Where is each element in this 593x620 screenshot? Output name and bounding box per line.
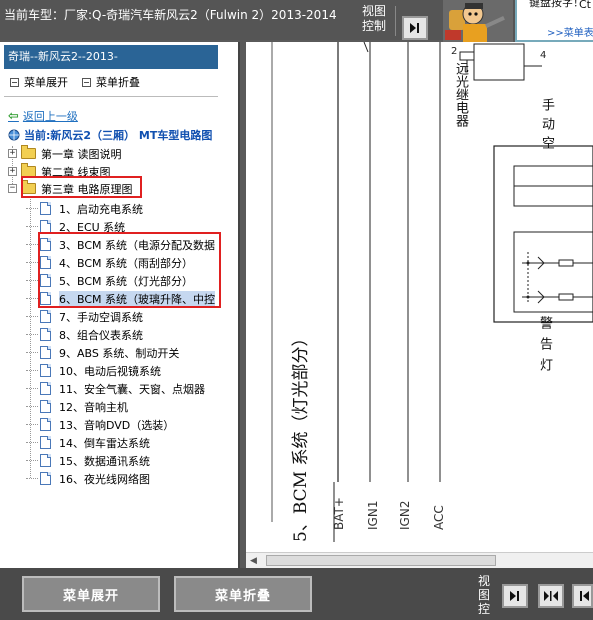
document-icon — [40, 454, 51, 467]
expand-menu-button[interactable]: 菜单展开 — [22, 576, 160, 612]
collapse-menu-button[interactable]: 菜单折叠 — [174, 576, 312, 612]
view-control-label: 视图控制 — [362, 4, 387, 33]
tree-item[interactable]: 15、数据通讯系统 — [26, 452, 150, 469]
expand-all-link[interactable]: 菜单展开 — [10, 74, 68, 90]
play-left-icon — [580, 591, 589, 601]
document-icon — [40, 472, 51, 485]
scrollbar-thumb[interactable] — [266, 555, 496, 566]
fit-arrows-icon — [544, 591, 558, 601]
tree-item[interactable]: 14、倒车雷达系统 — [26, 434, 150, 451]
tree-item-label: 16、夜光线网络图 — [59, 472, 150, 486]
tree-item-label: 8、组合仪表系统 — [59, 328, 143, 342]
document-icon — [40, 202, 51, 215]
tree-item-label: 12、音响主机 — [59, 400, 128, 414]
tree-item[interactable]: 16、夜光线网络图 — [26, 470, 150, 487]
current-model-label: 当前:新风云2（三厢） MT车型电路图 — [24, 129, 213, 142]
tree-item-label: 15、数据通讯系统 — [59, 454, 150, 468]
highlight-box — [38, 232, 221, 308]
tree-item[interactable]: 12、音响主机 — [26, 398, 128, 415]
pin-label: IGN2 — [398, 500, 412, 530]
tree-expand-icon — [10, 77, 19, 87]
current-model: 当前:新风云2（三厢） MT车型电路图 — [8, 127, 212, 143]
warn-label: 警告灯 — [537, 316, 552, 379]
tree-item-label: 9、ABS 系统、制动开关 — [59, 346, 180, 360]
view-control-label: 视图控 — [478, 574, 491, 616]
tree-expander[interactable]: + — [8, 149, 17, 158]
mascot-image — [443, 0, 513, 42]
view-next-button[interactable] — [502, 584, 528, 608]
collapse-all-link[interactable]: 菜单折叠 — [82, 74, 140, 90]
manual-label: 手动空 — [539, 98, 554, 155]
tree-item[interactable]: 7、手动空调系统 — [26, 308, 143, 325]
folder-icon — [21, 145, 36, 159]
tree-collapse-icon — [82, 77, 91, 87]
tree-item[interactable]: 11、安全气囊、天窗、点烟器 — [26, 380, 205, 397]
back-link[interactable]: ⇦ 返回上一级 — [8, 108, 78, 124]
tree-item-label: 7、手动空调系统 — [59, 310, 143, 324]
tree-expander[interactable]: − — [8, 184, 17, 193]
tree-item-label: 10、电动后视镜系统 — [59, 364, 161, 378]
expand-all-label: 菜单展开 — [24, 76, 68, 89]
play-right-icon — [510, 591, 519, 601]
pin-label: ACC — [432, 505, 446, 530]
tree-item[interactable]: 1、启动充电系统 — [26, 200, 143, 217]
section-title: 5、BCM 系统（灯光部分） — [291, 329, 311, 542]
tree-item[interactable]: 9、ABS 系统、制动开关 — [26, 344, 179, 361]
tree-expander[interactable]: + — [8, 167, 17, 176]
divider — [395, 6, 396, 36]
document-icon — [40, 418, 51, 431]
document-icon — [40, 364, 51, 377]
tree-item-label: 14、倒车雷达系统 — [59, 436, 150, 450]
tree-item-label: 13、音响DVD（选装） — [59, 418, 175, 432]
highlight-box — [21, 176, 142, 198]
menu-link[interactable]: >>菜单表 — [547, 24, 593, 39]
back-link-label: 返回上一级 — [22, 110, 78, 123]
document-icon — [40, 346, 51, 359]
globe-icon — [8, 129, 20, 141]
view-fit-button[interactable] — [538, 584, 564, 608]
tip-extra: Ct — [579, 0, 591, 11]
tree-chapter-label: 第一章 读图说明 — [41, 147, 122, 161]
tree-item[interactable]: 8、组合仪表系统 — [26, 326, 143, 343]
tree-item-label: 1、启动充电系统 — [59, 202, 143, 216]
divider — [4, 96, 218, 97]
pin-label: BAT+ — [332, 497, 346, 530]
tip-box: 键盘按字！ Ct >>菜单表 — [515, 0, 593, 42]
bottom-bar: 菜单展开 菜单折叠 — [0, 568, 593, 620]
relay-label: 远光继电器 — [453, 62, 468, 127]
view-next-button[interactable] — [402, 16, 428, 40]
title-bar: 当前车型：厂家:Q-奇瑞汽车新风云2（Fulwin 2）2013-2014 视图… — [0, 0, 593, 42]
pin-number: 2 — [451, 46, 458, 57]
document-icon — [40, 310, 51, 323]
app-title: 当前车型：厂家:Q-奇瑞汽车新风云2（Fulwin 2）2013-2014 — [4, 8, 337, 22]
horizontal-scrollbar[interactable]: ◀ — [246, 552, 593, 568]
tree-item-label: 11、安全气囊、天窗、点烟器 — [59, 382, 205, 396]
sidebar: 奇瑞--新风云2--2013- 菜单展开 菜单折叠 ⇦ 返回上一级 当前:新风云… — [0, 42, 240, 568]
scroll-left-icon[interactable]: ◀ — [250, 556, 257, 566]
sidebar-header: 奇瑞--新风云2--2013- — [4, 45, 218, 69]
pin-label: IGN1 — [366, 500, 380, 530]
document-icon — [40, 400, 51, 413]
tree-item[interactable]: 13、音响DVD（选装） — [26, 416, 174, 433]
circuit-diagram[interactable]: 5、BCM 系统（灯光部分） BAT+ IGN1 IGN2 ACC 远光继电器 … — [246, 42, 593, 568]
document-icon — [40, 328, 51, 341]
tree-item[interactable]: 10、电动后视镜系统 — [26, 362, 161, 379]
pin-number: 4 — [540, 50, 547, 61]
document-icon — [40, 436, 51, 449]
play-right-icon — [410, 23, 419, 33]
view-prev-button[interactable] — [572, 584, 593, 608]
document-icon — [40, 382, 51, 395]
tree-chapter-1[interactable]: + 第一章 读图说明 — [8, 145, 122, 162]
back-arrow-icon: ⇦ — [8, 108, 19, 124]
collapse-all-label: 菜单折叠 — [96, 76, 140, 89]
